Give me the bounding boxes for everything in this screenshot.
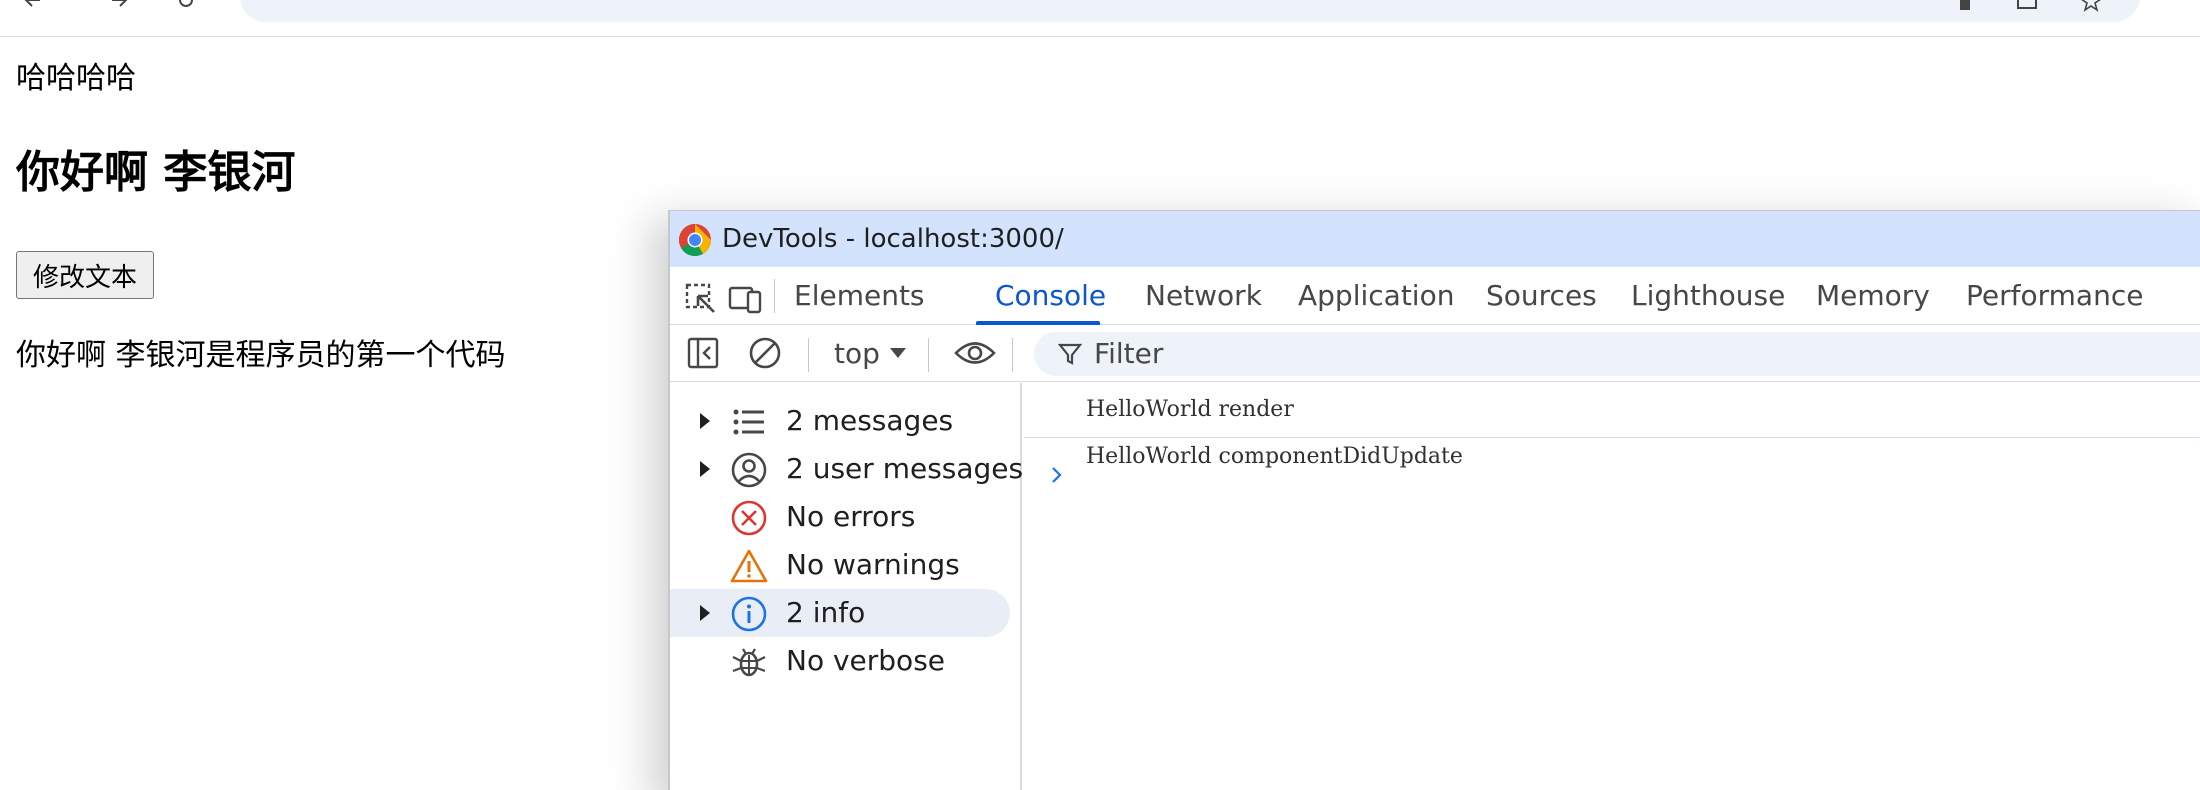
bug-icon: [732, 648, 766, 677]
device-toolbar-icon[interactable]: [728, 282, 762, 316]
console-sidebar: 2 messages 2 user messages No errors No …: [670, 383, 1023, 790]
sidebar-item-warnings[interactable]: No warnings: [670, 541, 1010, 589]
console-row-divider: [1024, 437, 2200, 438]
clear-console-icon[interactable]: [748, 336, 782, 370]
page-text-line: 哈哈哈哈: [16, 61, 136, 96]
inspect-element-icon[interactable]: [684, 282, 718, 316]
sidebar-item-label: 2 user messages: [786, 452, 1024, 485]
active-tab-indicator: [976, 321, 1100, 325]
show-sidebar-icon[interactable]: [686, 336, 720, 370]
toolbar-separator: [808, 338, 809, 372]
filter-input[interactable]: Filter: [1034, 332, 2200, 376]
sidebar-item-errors[interactable]: No errors: [670, 493, 1010, 541]
tab-sources[interactable]: Sources: [1486, 267, 1597, 325]
sidebar-item-info[interactable]: 2 info: [670, 589, 1010, 637]
tab-application[interactable]: Application: [1298, 267, 1454, 325]
expand-caret-icon[interactable]: [700, 413, 710, 429]
sidebar-item-label: No warnings: [786, 548, 960, 581]
sidebar-item-label: No verbose: [786, 644, 946, 677]
console-output: HelloWorld render HelloWorld componentDi…: [1024, 383, 2200, 790]
sidebar-item-label: 2 messages: [786, 404, 954, 437]
sidebar-item-label: No errors: [786, 500, 916, 533]
filter-icon: [1058, 343, 1082, 365]
page-paragraph: 你好啊 李银河是程序员的第一个代码: [16, 338, 506, 373]
bookmark-star-icon[interactable]: [2080, 0, 2102, 12]
devtools-tabbar: Elements Console Network Application Sou…: [670, 267, 2200, 325]
sidebar-item-label: 2 info: [786, 596, 866, 629]
reload-icon[interactable]: [176, 0, 196, 10]
tab-performance[interactable]: Performance: [1966, 267, 2143, 325]
back-arrow-icon[interactable]: [22, 0, 42, 10]
console-toolbar: top Filter: [670, 326, 2200, 382]
forward-arrow-icon[interactable]: [110, 0, 130, 10]
list-icon: [733, 409, 764, 435]
tab-elements[interactable]: Elements: [794, 267, 925, 325]
devtools-window: DevTools - localhost:3000/ Elements Cons…: [668, 210, 2200, 790]
context-selector[interactable]: top: [834, 334, 880, 374]
page-heading: 你好啊 李银河: [16, 147, 296, 198]
expand-caret-icon[interactable]: [700, 461, 710, 477]
browser-toolbar: [0, 0, 2200, 37]
console-log-line[interactable]: HelloWorld componentDidUpdate: [1086, 444, 1463, 469]
user-icon: [731, 452, 767, 488]
cast-icon[interactable]: [2016, 0, 2038, 12]
console-prompt-chevron-icon[interactable]: [1044, 463, 1068, 487]
console-log-line[interactable]: HelloWorld render: [1086, 397, 1294, 422]
expand-caret-icon[interactable]: [700, 605, 710, 621]
tab-lighthouse[interactable]: Lighthouse: [1631, 267, 1785, 325]
toolbar-separator: [1012, 338, 1013, 372]
sidebar-item-messages[interactable]: 2 messages: [670, 397, 1010, 445]
address-bar[interactable]: [240, 0, 2140, 22]
chrome-logo-icon: [678, 223, 712, 257]
devtools-title: DevTools - localhost:3000/: [722, 224, 1064, 254]
tabbar-separator: [774, 279, 775, 313]
devtools-titlebar[interactable]: DevTools - localhost:3000/: [670, 211, 2200, 267]
tab-console[interactable]: Console: [995, 267, 1106, 325]
sidebar-item-verbose[interactable]: No verbose: [670, 637, 1010, 685]
error-icon: [731, 500, 767, 536]
page-info-icon[interactable]: [1954, 0, 1976, 12]
warning-icon: [730, 549, 768, 583]
live-expression-eye-icon[interactable]: [954, 336, 996, 370]
tab-network[interactable]: Network: [1145, 267, 1262, 325]
filter-placeholder: Filter: [1094, 337, 1164, 370]
toolbar-separator: [928, 338, 929, 372]
chevron-down-icon[interactable]: [890, 348, 906, 358]
sidebar-item-user-messages[interactable]: 2 user messages: [670, 445, 1023, 493]
info-icon: [731, 596, 767, 632]
modify-text-button[interactable]: 修改文本: [16, 251, 155, 299]
tab-memory[interactable]: Memory: [1816, 267, 1930, 325]
